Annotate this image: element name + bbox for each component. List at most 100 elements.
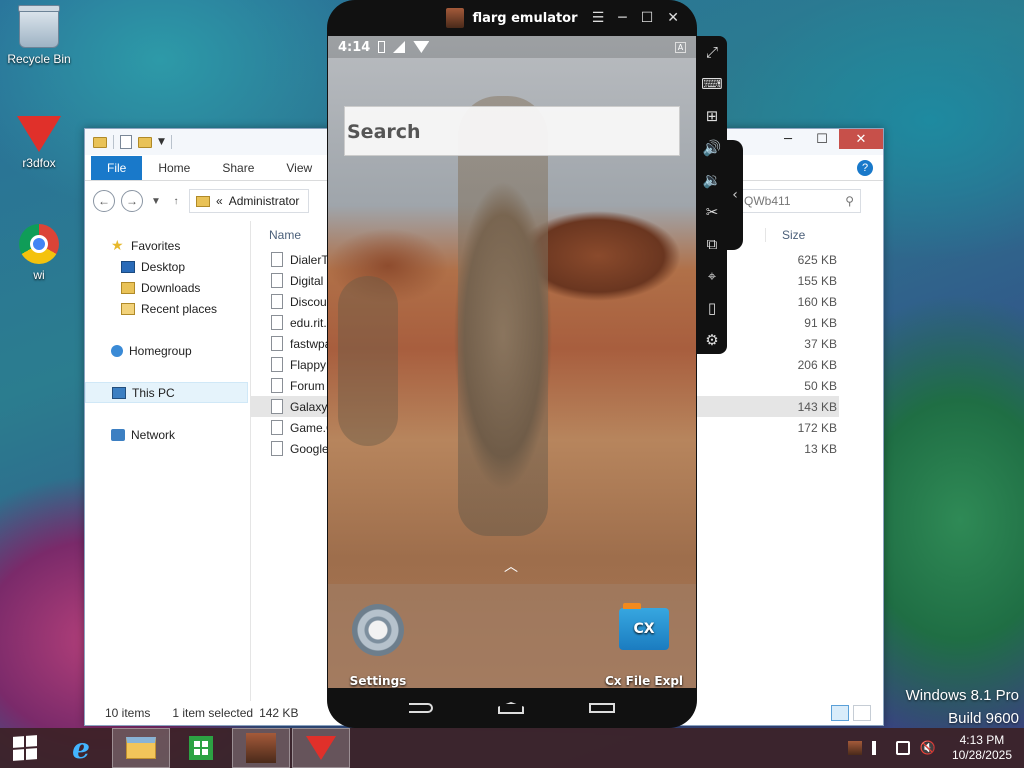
emulator-toolbar: ⤢ ⌨ ⊞ 🔊 🔉 ✂ ⧉ ⌖ ▯ ⚙: [697, 36, 727, 354]
emulator-logo-icon: [446, 8, 465, 28]
nav-desktop[interactable]: Desktop: [85, 256, 250, 277]
quick-access-dropdown-icon[interactable]: ▼: [158, 137, 165, 147]
column-header-size[interactable]: Size: [765, 228, 843, 242]
selection-status: 1 item selected: [172, 706, 254, 720]
document-icon: [271, 399, 283, 414]
desktop-icon: [121, 260, 135, 273]
watermark-edition: Windows 8.1 Pro: [905, 687, 1019, 704]
document-icon: [271, 294, 283, 309]
desktop-icon-chrome[interactable]: wi: [4, 224, 74, 282]
address-prefix: «: [216, 194, 223, 208]
divider: [113, 135, 114, 149]
document-icon: [271, 252, 283, 267]
android-status-bar: 4:14 A: [328, 36, 696, 58]
navigation-pane: ★ Favorites Desktop Downloads Recent plac…: [85, 221, 251, 701]
tab-share[interactable]: Share: [206, 156, 270, 180]
emulator-window: flarg emulator ☰ ─ ☐ ✕ 4:14 A Search ︿ S…: [327, 0, 697, 728]
app-cx-file-explorer[interactable]: CX Cx File Expl: [598, 603, 690, 688]
tab-home[interactable]: Home: [142, 156, 206, 180]
home-nav-icon[interactable]: [497, 702, 524, 714]
taskbar-store[interactable]: [172, 728, 230, 768]
address-bar[interactable]: « Administrator: [189, 189, 309, 213]
volume-up-icon[interactable]: 🔊: [700, 136, 724, 160]
location-icon[interactable]: ⌖: [700, 264, 724, 288]
nav-downloads[interactable]: Downloads: [85, 277, 250, 298]
document-icon: [271, 378, 283, 393]
toolbar-collapse-chevron-icon[interactable]: ‹: [727, 140, 743, 250]
taskbar-emulator[interactable]: [232, 728, 290, 768]
details-view-icon[interactable]: [831, 705, 849, 721]
notification-icon: A: [675, 41, 686, 53]
settings-icon[interactable]: ⚙: [700, 328, 724, 352]
document-icon: [271, 336, 283, 351]
document-icon: [271, 420, 283, 435]
windows-watermark: Windows 8.1 Pro Build 9600: [906, 684, 1019, 730]
nav-favorites[interactable]: ★ Favorites: [85, 235, 250, 256]
keyboard-icon[interactable]: ⌨: [700, 72, 724, 96]
network-icon: [111, 428, 125, 441]
r3dfox-icon: [306, 736, 336, 760]
clock-date: 10/28/2025: [951, 748, 1012, 762]
app-settings[interactable]: Settings: [348, 604, 408, 688]
maximize-button[interactable]: ☐: [805, 129, 839, 149]
folder-icon: [93, 136, 107, 148]
battery-icon: [378, 41, 386, 53]
computer-icon: [112, 386, 126, 399]
close-button[interactable]: ✕: [667, 10, 679, 26]
volume-down-icon[interactable]: 🔉: [700, 168, 724, 192]
properties-icon[interactable]: [120, 135, 132, 149]
maximize-button[interactable]: ☐: [641, 10, 654, 26]
store-icon: [189, 736, 213, 760]
system-tray: 🔇 4:13 PM 10/28/2025: [847, 733, 1024, 763]
recent-apps-nav-icon[interactable]: [588, 703, 615, 713]
close-button[interactable]: ✕: [839, 129, 883, 149]
up-button[interactable]: ↑: [169, 196, 183, 207]
emulator-tray-icon[interactable]: [847, 741, 862, 755]
nav-recent-places[interactable]: Recent places: [85, 298, 250, 319]
document-icon: [271, 441, 283, 456]
homegroup-icon: [111, 344, 123, 357]
network-icon[interactable]: [895, 741, 910, 755]
address-location[interactable]: Administrator: [229, 194, 300, 208]
android-screen[interactable]: 4:14 A Search ︿ Settings CX Cx File Expl: [328, 36, 696, 688]
multi-window-icon[interactable]: ⧉: [700, 232, 724, 256]
nav-network[interactable]: Network: [85, 424, 250, 445]
recent-locations-dropdown-icon[interactable]: ▼: [149, 196, 163, 207]
menu-icon[interactable]: ☰: [592, 10, 605, 26]
tab-file[interactable]: File: [91, 156, 143, 180]
back-nav-icon[interactable]: [409, 703, 434, 713]
large-icons-view-icon[interactable]: [853, 705, 871, 721]
emulator-title: flarg emulator: [472, 10, 578, 26]
taskbar-internet-explorer[interactable]: e: [52, 728, 110, 768]
apk-install-icon[interactable]: ⊞: [700, 104, 724, 128]
volume-muted-icon[interactable]: 🔇: [920, 740, 936, 756]
signal-icon: [393, 41, 406, 53]
action-center-flag-icon[interactable]: [871, 741, 886, 755]
app-drawer-chevron-up-icon[interactable]: ︿: [504, 556, 518, 576]
minimize-button[interactable]: ─: [618, 10, 626, 26]
minimize-button[interactable]: ─: [771, 129, 805, 149]
desktop-icon-recycle-bin[interactable]: Recycle Bin: [4, 5, 74, 66]
help-icon[interactable]: ?: [857, 160, 873, 176]
home-search-bar[interactable]: Search: [344, 106, 680, 156]
forward-button[interactable]: →: [121, 190, 143, 212]
desktop-icon-label: Recycle Bin: [7, 52, 71, 66]
nav-homegroup[interactable]: Homegroup: [85, 340, 250, 361]
taskbar-r3dfox[interactable]: [292, 728, 350, 768]
new-folder-icon[interactable]: [138, 136, 152, 148]
cx-file-explorer-icon: CX: [619, 603, 669, 650]
settings-gear-icon: [352, 604, 404, 656]
app-label: Settings: [349, 674, 407, 688]
nav-this-pc[interactable]: This PC: [85, 382, 248, 403]
desktop-icon-r3dfox[interactable]: r3dfox: [4, 116, 74, 170]
taskbar-file-explorer[interactable]: [112, 728, 170, 768]
start-button[interactable]: [0, 728, 50, 768]
screenshot-scissors-icon[interactable]: ✂: [700, 200, 724, 224]
tab-view[interactable]: View: [270, 156, 328, 180]
back-button[interactable]: ←: [93, 190, 115, 212]
item-count: 10 items: [105, 706, 151, 720]
star-icon: ★: [111, 237, 124, 253]
shake-icon[interactable]: ▯: [700, 296, 724, 320]
clock[interactable]: 4:13 PM 10/28/2025: [946, 733, 1012, 763]
fullscreen-icon[interactable]: ⤢: [700, 40, 724, 64]
